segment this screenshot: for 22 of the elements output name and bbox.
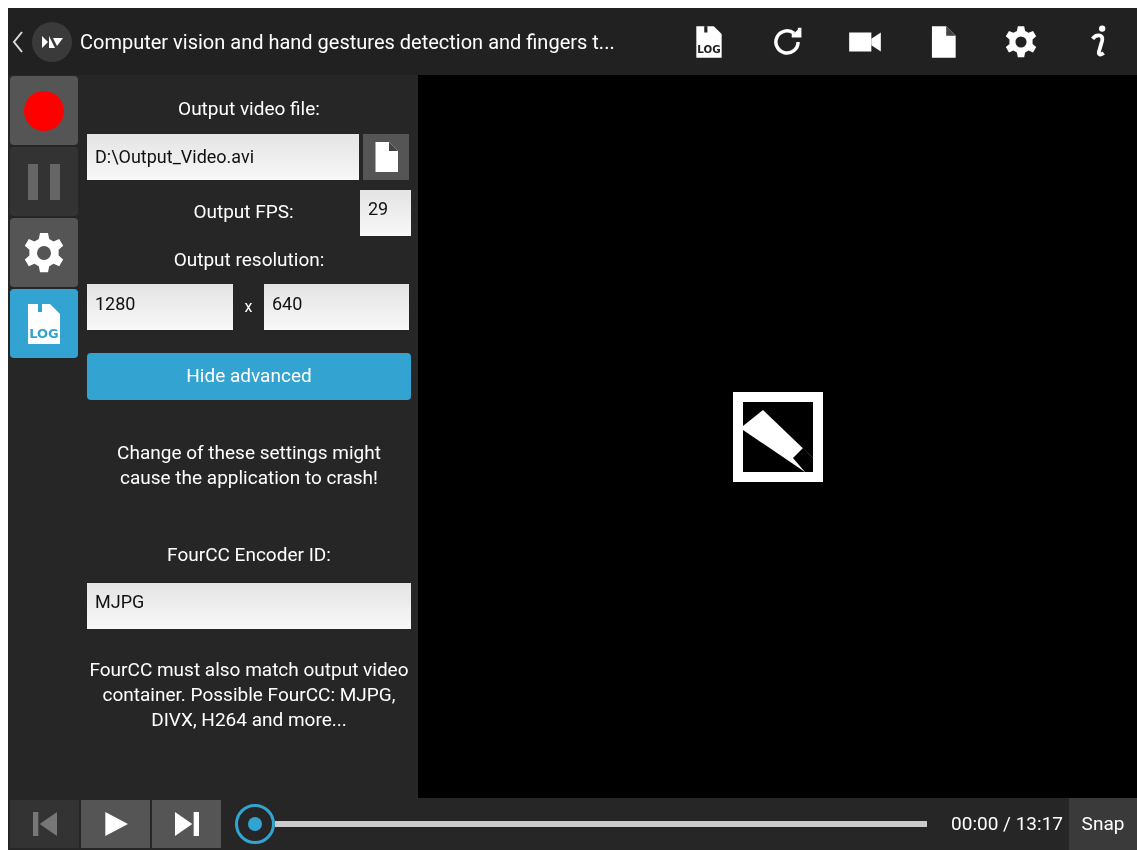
output-file-label: Output video file: bbox=[177, 96, 321, 122]
height-field[interactable]: 640 bbox=[264, 284, 409, 330]
output-fps-field[interactable]: 29 bbox=[360, 189, 411, 236]
fourcc-label: FourCC Encoder ID: bbox=[166, 542, 332, 568]
output-file-field[interactable]: D:\Output_Video.avi bbox=[87, 133, 359, 180]
playback-time: 00:00 / 13:17 bbox=[951, 810, 1063, 837]
times-sign: x bbox=[243, 296, 254, 318]
width-field[interactable]: 1280 bbox=[87, 284, 233, 330]
output-resolution-label: Output resolution: bbox=[172, 246, 326, 273]
warning-text: Change of these settings might cause the application to crash! bbox=[116, 440, 382, 490]
fourcc-note: FourCC must also match output video container. Possible FourCC: MJPG, DIVX, H264 and more... bbox=[88, 656, 410, 732]
fourcc-field[interactable]: MJPG bbox=[87, 582, 411, 629]
browse-file-button[interactable] bbox=[363, 133, 409, 180]
snap-button[interactable]: Snap bbox=[1069, 798, 1137, 850]
play-button[interactable] bbox=[81, 800, 150, 848]
output-fps-label: Output FPS: bbox=[192, 199, 295, 226]
image-placeholder-icon bbox=[732, 391, 823, 482]
window-title: Computer vision and hand gestures detection and fingers t... bbox=[80, 28, 615, 56]
settings-button[interactable] bbox=[10, 218, 78, 287]
back-icon[interactable] bbox=[12, 29, 24, 54]
app-logo-icon bbox=[32, 21, 72, 62]
next-button[interactable] bbox=[152, 800, 221, 848]
